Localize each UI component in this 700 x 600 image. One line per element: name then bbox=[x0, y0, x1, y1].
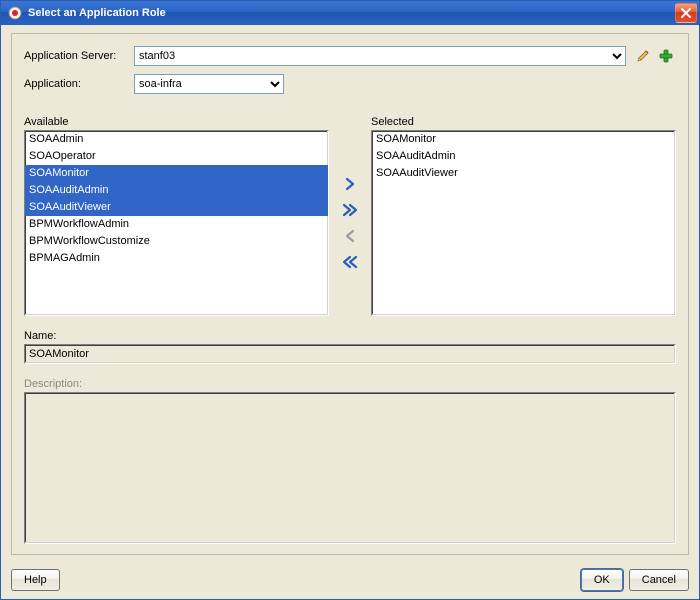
available-item[interactable]: SOAAuditAdmin bbox=[25, 182, 328, 199]
chevron-right-icon bbox=[343, 177, 357, 191]
chevron-left-icon bbox=[343, 229, 357, 243]
available-item[interactable]: SOAOperator bbox=[25, 148, 328, 165]
selected-listbox[interactable]: SOAMonitorSOAAuditAdminSOAAuditViewer bbox=[371, 130, 676, 316]
available-listbox[interactable]: SOAAdminSOAOperatorSOAMonitorSOAAuditAdm… bbox=[24, 130, 329, 316]
plus-icon bbox=[658, 48, 674, 64]
app-server-row: Application Server: stanf03 bbox=[24, 46, 676, 66]
available-item[interactable]: SOAAuditViewer bbox=[25, 199, 328, 216]
dialog-footer: Help OK Cancel bbox=[1, 563, 699, 599]
app-server-combo[interactable]: stanf03 bbox=[134, 46, 626, 66]
name-group: Name: bbox=[24, 330, 676, 364]
selected-column: Selected SOAMonitorSOAAuditAdminSOAAudit… bbox=[371, 116, 676, 316]
application-label: Application: bbox=[24, 78, 134, 90]
selected-item[interactable]: SOAMonitor bbox=[372, 131, 675, 148]
description-label: Description: bbox=[24, 378, 676, 390]
move-left-button[interactable] bbox=[340, 227, 360, 245]
app-server-label: Application Server: bbox=[24, 50, 134, 62]
selected-label: Selected bbox=[371, 116, 676, 128]
dual-list: Available SOAAdminSOAOperatorSOAMonitorS… bbox=[24, 116, 676, 316]
help-button[interactable]: Help bbox=[11, 569, 60, 591]
close-button[interactable] bbox=[675, 3, 697, 23]
description-field[interactable] bbox=[24, 392, 676, 544]
move-right-button[interactable] bbox=[340, 175, 360, 193]
ok-button[interactable]: OK bbox=[581, 569, 623, 591]
app-icon bbox=[7, 5, 23, 21]
name-field[interactable] bbox=[24, 344, 676, 364]
available-item[interactable]: BPMWorkflowAdmin bbox=[25, 216, 328, 233]
content-panel: Application Server: stanf03 bbox=[11, 33, 689, 555]
dialog-body: Application Server: stanf03 bbox=[1, 25, 699, 563]
dialog-title: Select an Application Role bbox=[28, 7, 675, 19]
title-bar: Select an Application Role bbox=[1, 1, 699, 25]
double-chevron-left-icon bbox=[342, 255, 358, 269]
available-item[interactable]: SOAMonitor bbox=[25, 165, 328, 182]
name-label: Name: bbox=[24, 330, 676, 342]
selected-item[interactable]: SOAAuditViewer bbox=[372, 165, 675, 182]
move-all-left-button[interactable] bbox=[340, 253, 360, 271]
add-server-button[interactable] bbox=[656, 46, 676, 66]
move-all-right-button[interactable] bbox=[340, 201, 360, 219]
edit-server-button[interactable] bbox=[634, 46, 654, 66]
selected-item[interactable]: SOAAuditAdmin bbox=[372, 148, 675, 165]
available-item[interactable]: SOAAdmin bbox=[25, 131, 328, 148]
available-label: Available bbox=[24, 116, 329, 128]
available-item[interactable]: BPMAGAdmin bbox=[25, 250, 328, 267]
dialog-window: Select an Application Role Application S… bbox=[0, 0, 700, 600]
available-column: Available SOAAdminSOAOperatorSOAMonitorS… bbox=[24, 116, 329, 316]
cancel-button[interactable]: Cancel bbox=[629, 569, 689, 591]
pencil-icon bbox=[636, 48, 652, 64]
double-chevron-right-icon bbox=[342, 203, 358, 217]
application-row: Application: soa-infra bbox=[24, 74, 676, 94]
description-group: Description: bbox=[24, 378, 676, 544]
shuttle-controls bbox=[329, 130, 371, 316]
available-item[interactable]: BPMWorkflowCustomize bbox=[25, 233, 328, 250]
application-combo[interactable]: soa-infra bbox=[134, 74, 284, 94]
